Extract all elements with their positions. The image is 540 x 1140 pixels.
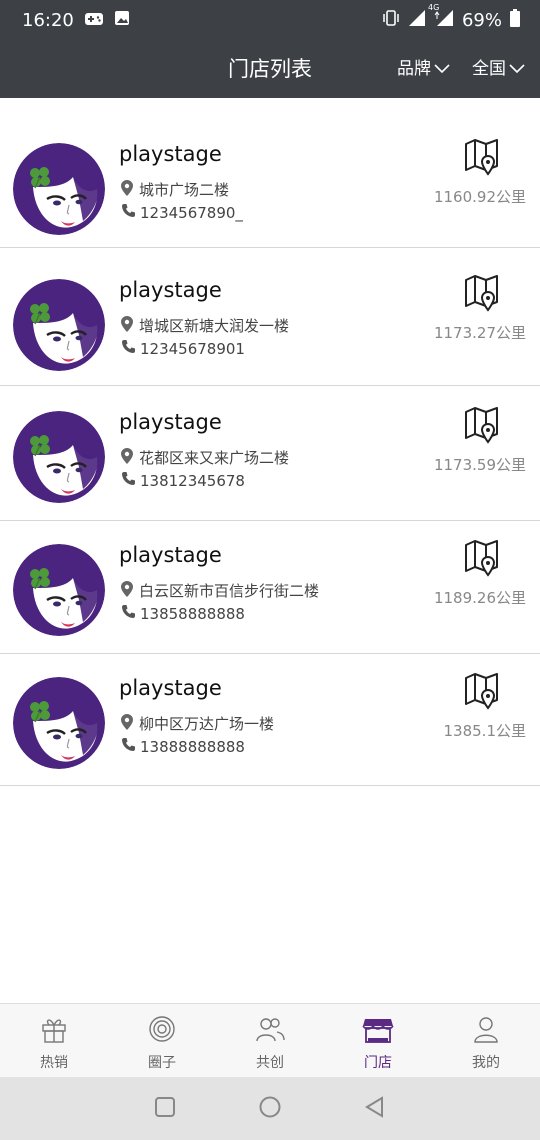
- store-name: playstage: [119, 142, 222, 166]
- store-distance: 1160.92公里: [433, 188, 526, 206]
- location-pin-icon: [121, 447, 133, 468]
- image-icon: [114, 10, 130, 31]
- vibrate-icon: [382, 9, 400, 32]
- back-button[interactable]: [364, 1095, 386, 1122]
- store-address: 白云区新市百信步行街二楼: [121, 580, 319, 601]
- map-navigation-icon[interactable]: [464, 539, 500, 579]
- store-address-text: 花都区来又来广场二楼: [139, 449, 290, 467]
- location-pin-icon: [121, 179, 133, 200]
- chevron-down-icon: [434, 40, 450, 98]
- store-phone-text: 13888888888: [140, 737, 245, 756]
- store-address: 花都区来又来广场二楼: [121, 447, 289, 468]
- brand-filter-label: 品牌: [397, 59, 431, 79]
- map-navigation-icon[interactable]: [464, 672, 500, 712]
- phone-icon: [121, 604, 136, 623]
- map-navigation-icon[interactable]: [464, 138, 500, 178]
- region-filter-dropdown[interactable]: 全国: [472, 40, 525, 98]
- status-time: 16:20: [22, 9, 74, 31]
- store-address: 柳中区万达广场一楼: [121, 713, 274, 734]
- store-icon: [362, 1014, 394, 1048]
- signal-icon: [408, 9, 426, 32]
- store-logo: [13, 544, 105, 636]
- store-name: playstage: [119, 543, 222, 567]
- phone-icon: [121, 339, 136, 358]
- network-type: 4G: [427, 2, 440, 12]
- region-filter-label: 全国: [472, 59, 506, 79]
- store-address: 城市广场二楼: [121, 179, 229, 200]
- location-pin-icon: [121, 315, 133, 336]
- home-button[interactable]: [258, 1095, 282, 1123]
- phone-icon: [121, 737, 136, 756]
- store-name: playstage: [119, 676, 222, 700]
- tab-hot[interactable]: 热销: [0, 1004, 108, 1077]
- tab-mine[interactable]: 我的: [432, 1004, 540, 1077]
- store-logo: [13, 143, 105, 235]
- circle-icon: [147, 1014, 177, 1048]
- store-address-text: 增城区新塘大润发一楼: [139, 317, 290, 335]
- game-icon: [84, 10, 104, 31]
- status-bar: 16:20 4G 69%: [0, 0, 540, 40]
- store-phone[interactable]: 1234567890_: [121, 203, 243, 222]
- tab-cocreate[interactable]: 共创: [216, 1004, 324, 1077]
- person-icon: [471, 1014, 501, 1048]
- store-row[interactable]: playstage 增城区新塘大润发一楼 12345678901 1173.27…: [0, 256, 540, 386]
- store-phone[interactable]: 12345678901: [121, 339, 245, 358]
- location-pin-icon: [121, 713, 133, 734]
- store-distance: 1173.27公里: [433, 324, 526, 342]
- store-logo: [13, 677, 105, 769]
- phone-icon: [121, 203, 136, 222]
- tab-circle[interactable]: 圈子: [108, 1004, 216, 1077]
- store-phone[interactable]: 13812345678: [121, 471, 245, 490]
- store-name: playstage: [119, 410, 222, 434]
- battery-icon: [510, 8, 520, 32]
- people-icon: [254, 1014, 286, 1048]
- store-row[interactable]: playstage 白云区新市百信步行街二楼 13858888888 1189.…: [0, 521, 540, 654]
- store-distance: 1173.59公里: [433, 456, 526, 474]
- map-navigation-icon[interactable]: [464, 274, 500, 314]
- gift-icon: [39, 1014, 69, 1048]
- tab-label: 门店: [364, 1055, 392, 1071]
- store-name: playstage: [119, 278, 222, 302]
- store-address: 增城区新塘大润发一楼: [121, 315, 289, 336]
- tab-stores[interactable]: 门店: [324, 1004, 432, 1077]
- brand-filter-dropdown[interactable]: 品牌: [397, 40, 450, 98]
- store-address-text: 白云区新市百信步行街二楼: [139, 582, 320, 600]
- store-distance: 1189.26公里: [433, 589, 526, 607]
- app-header: 门店列表 品牌 全国: [0, 40, 540, 98]
- store-phone-text: 12345678901: [140, 339, 245, 358]
- store-row[interactable]: playstage 城市广场二楼 1234567890_ 1160.92公里: [0, 120, 540, 248]
- store-distance: 1385.1公里: [443, 722, 527, 740]
- store-phone-text: 13858888888: [140, 604, 245, 623]
- store-phone-text: 1234567890_: [140, 203, 243, 222]
- store-logo: [13, 411, 105, 503]
- tab-label: 圈子: [148, 1055, 176, 1071]
- store-row[interactable]: playstage 花都区来又来广场二楼 13812345678 1173.59…: [0, 388, 540, 521]
- page-title: 门店列表: [228, 57, 312, 81]
- location-pin-icon: [121, 580, 133, 601]
- tab-label: 共创: [256, 1055, 284, 1071]
- bottom-tab-bar: 热销 圈子 共创 门店 我的: [0, 1003, 540, 1077]
- recents-button[interactable]: [154, 1096, 176, 1122]
- battery-percent: 69%: [461, 9, 502, 31]
- mobile-signal-icon: 4G: [428, 3, 454, 32]
- map-navigation-icon[interactable]: [464, 406, 500, 446]
- store-address-text: 柳中区万达广场一楼: [139, 715, 275, 733]
- store-phone-text: 13812345678: [140, 471, 245, 490]
- store-address-text: 城市广场二楼: [139, 181, 230, 199]
- store-phone[interactable]: 13858888888: [121, 604, 245, 623]
- store-phone[interactable]: 13888888888: [121, 737, 245, 756]
- store-row[interactable]: playstage 柳中区万达广场一楼 13888888888 1385.1公里: [0, 654, 540, 786]
- chevron-down-icon: [509, 40, 525, 98]
- system-nav-bar: [0, 1077, 540, 1140]
- store-logo: [13, 279, 105, 371]
- tab-label: 我的: [472, 1055, 500, 1071]
- tab-label: 热销: [40, 1055, 68, 1071]
- phone-icon: [121, 471, 136, 490]
